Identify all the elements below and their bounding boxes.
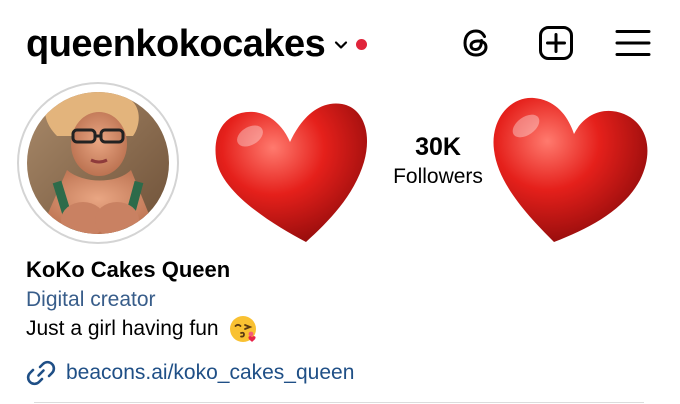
chevron-down-icon[interactable] <box>333 37 349 53</box>
bio-text: Just a girl having fun <box>26 317 219 340</box>
account-switcher[interactable]: queenkokocakes <box>26 22 368 66</box>
link-url[interactable]: beacons.ai/koko_cakes_queen <box>66 358 354 388</box>
face-blowing-a-kiss-emoji <box>229 316 256 342</box>
avatar-ring[interactable] <box>17 82 179 244</box>
profile-header: queenkokocakes <box>0 0 680 84</box>
profile-bio: Just a girl having fun <box>26 314 257 344</box>
username[interactable]: queenkokocakes <box>26 22 326 66</box>
profile-name: KoKo Cakes Queen <box>26 257 231 282</box>
profile-category: Digital creator <box>26 288 156 311</box>
avatar[interactable] <box>27 92 169 234</box>
followers-count: 30K <box>415 133 461 161</box>
new-post-icon[interactable] <box>537 24 575 62</box>
threads-icon[interactable] <box>457 24 495 62</box>
link-icon <box>26 360 56 386</box>
red-heart-emoji <box>215 103 368 242</box>
divider <box>34 402 644 403</box>
followers-stat[interactable]: 30K Followers <box>380 132 496 190</box>
bio-link[interactable]: beacons.ai/koko_cakes_queen <box>26 358 354 388</box>
menu-icon[interactable] <box>614 24 652 62</box>
red-heart-emoji <box>493 97 648 242</box>
notification-dot <box>356 38 368 50</box>
followers-label: Followers <box>393 165 483 188</box>
